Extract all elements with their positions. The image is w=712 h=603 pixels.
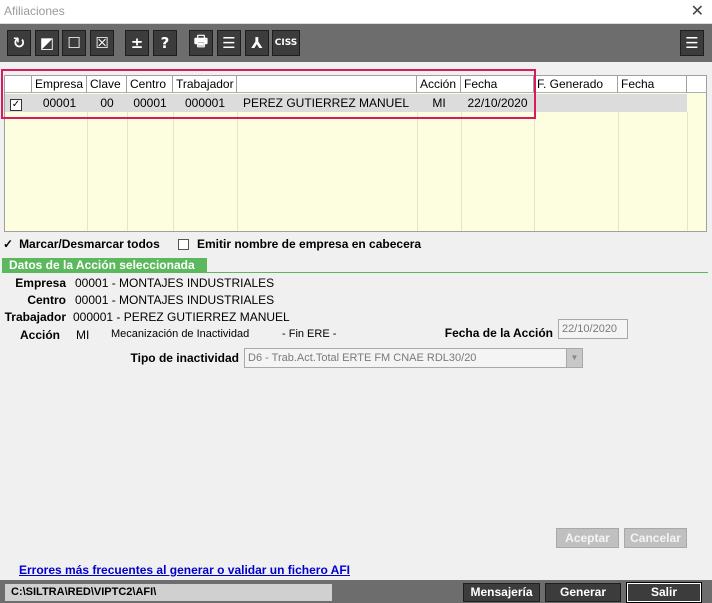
menu-icon[interactable]: ☰ — [680, 30, 704, 56]
emit-name-label: Emitir nombre de empresa en cabecera — [197, 237, 422, 251]
plus-minus-icon[interactable]: ± — [125, 30, 149, 56]
row-checkbox[interactable]: ✓ — [10, 99, 22, 111]
accion-description: Mecanización de Inactividad — [111, 328, 250, 340]
square-icon[interactable]: ☐ — [62, 30, 86, 56]
header-empresa[interactable]: Empresa — [32, 76, 87, 93]
grid-divider — [237, 112, 238, 231]
window-title: Afiliaciones — [4, 4, 65, 18]
grid-divider — [461, 112, 462, 231]
grid-divider — [618, 112, 619, 231]
exit-button[interactable]: Salir — [626, 582, 702, 603]
grid-divider — [687, 112, 688, 231]
cell-trabajador: 000001 — [184, 96, 226, 110]
accion-code: MI — [76, 328, 90, 342]
toolbar: ↻ ◩ ☐ ☒ ± ? 🖶 ☰ ⅄ CISS ☰ — [0, 24, 712, 62]
empresa-label: Empresa — [15, 276, 66, 290]
toggle-all-label: Marcar/Desmarcar todos — [19, 237, 160, 251]
chevron-down-icon[interactable]: ▼ — [566, 349, 582, 367]
grid-divider — [417, 112, 418, 231]
cancel-button[interactable]: Cancelar — [624, 528, 687, 548]
grid-header: Empresa Clave Centro Trabajador Acción F… — [5, 76, 706, 93]
cell-clave: 00 — [100, 96, 114, 110]
trabajador-value: 000001 - PEREZ GUTIERREZ MANUEL — [73, 310, 290, 324]
header-select — [5, 76, 32, 93]
cell-accion: MI — [432, 96, 446, 110]
accion-extra: - Fin ERE - — [282, 328, 337, 340]
cell-fecha: 22/10/2020 — [467, 96, 528, 110]
cell-empresa: 00001 — [42, 96, 77, 110]
header-centro[interactable]: Centro — [127, 76, 173, 93]
header-nombre[interactable] — [237, 76, 417, 93]
help-link[interactable]: Errores más frecuentes al generar o vali… — [19, 563, 350, 577]
fecha-accion-label: Fecha de la Acción — [444, 326, 553, 340]
table-row[interactable]: ✓ 00001 00 00001 000001 PEREZ GUTIERREZ … — [5, 94, 687, 112]
grid-divider — [127, 112, 128, 231]
printer-icon[interactable]: 🖶 — [189, 30, 213, 56]
header-accion[interactable]: Acción — [417, 76, 461, 93]
close-icon[interactable]: ✕ — [691, 1, 704, 21]
trabajador-label: Trabajador — [4, 310, 66, 324]
header-f-generado[interactable]: F. Generado — [534, 76, 618, 93]
header-clave[interactable]: Clave — [87, 76, 127, 93]
grid-divider — [534, 112, 535, 231]
cell-nombre: PEREZ GUTIERREZ MANUEL — [243, 96, 410, 110]
section-divider — [2, 272, 708, 273]
generate-button[interactable]: Generar — [545, 583, 621, 602]
section-title: Datos de la Acción seleccionada — [2, 258, 207, 273]
messages-button[interactable]: Mensajería — [463, 583, 540, 602]
checkmark-icon: ✓ — [3, 237, 14, 251]
actions-grid: Empresa Clave Centro Trabajador Acción F… — [4, 75, 707, 232]
header-fecha-2[interactable]: Fecha — [618, 76, 687, 93]
emit-name-checkbox[interactable]: Emitir nombre de empresa en cabecera — [178, 237, 421, 251]
centro-value: 00001 - MONTAJES INDUSTRIALES — [75, 293, 275, 307]
accept-button[interactable]: Aceptar — [556, 528, 619, 548]
grid-divider — [173, 112, 174, 231]
ciss-icon[interactable]: CISS — [272, 30, 300, 56]
tipo-inactividad-label: Tipo de inactividad — [130, 351, 239, 365]
grid-divider — [87, 112, 88, 231]
toggle-all-checkbox[interactable]: ✓ Marcar/Desmarcar todos — [3, 237, 160, 251]
list-icon[interactable]: ☰ — [217, 30, 241, 56]
tipo-inactividad-select[interactable]: D6 - Trab.Act.Total ERTE FM CNAE RDL30/2… — [244, 348, 583, 368]
accion-label: Acción — [19, 328, 60, 342]
header-trabajador[interactable]: Trabajador — [173, 76, 237, 93]
centro-label: Centro — [27, 293, 66, 307]
pdf-icon[interactable]: ⅄ — [245, 30, 269, 56]
cell-centro: 00001 — [133, 96, 167, 110]
header-fecha[interactable]: Fecha — [461, 76, 534, 93]
fecha-accion-field[interactable]: 22/10/2020 — [558, 319, 628, 339]
refresh-icon[interactable]: ↻ — [7, 30, 31, 56]
file-path: C:\SILTRA\RED\VIPTC2\AFI\ — [5, 584, 332, 601]
half-select-icon[interactable]: ◩ — [35, 30, 59, 56]
tipo-inactividad-value: D6 - Trab.Act.Total ERTE FM CNAE RDL30/2… — [248, 352, 477, 364]
help-icon[interactable]: ? — [153, 30, 177, 56]
clear-selection-icon[interactable]: ☒ — [90, 30, 114, 56]
title-bar: Afiliaciones ✕ — [0, 0, 712, 24]
empresa-value: 00001 - MONTAJES INDUSTRIALES — [75, 276, 275, 290]
checkbox-box[interactable] — [178, 238, 189, 250]
